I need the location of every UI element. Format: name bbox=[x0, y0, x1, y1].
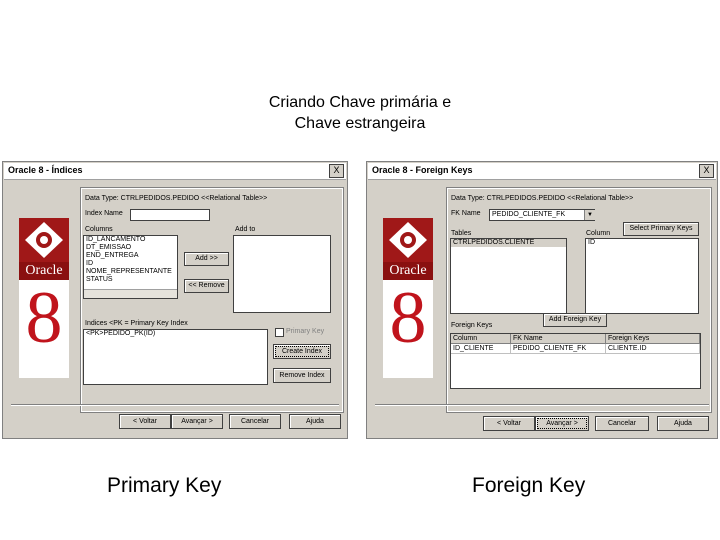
grid-header-column[interactable]: Column bbox=[451, 334, 511, 344]
column-list[interactable]: ID bbox=[585, 238, 699, 314]
remove-button[interactable]: << Remove bbox=[184, 279, 229, 293]
back-button[interactable]: < Voltar bbox=[119, 414, 171, 429]
foreign-key-caption: Foreign Key bbox=[472, 474, 586, 497]
table-cell[interactable]: CLIENTE.ID bbox=[606, 344, 700, 354]
list-item[interactable]: ID bbox=[586, 239, 698, 247]
cancel-button[interactable]: Cancelar bbox=[595, 416, 649, 431]
select-primary-keys-button[interactable]: Select Primary Keys bbox=[623, 222, 699, 236]
add-button[interactable]: Add >> bbox=[184, 252, 229, 266]
primary-key-label: Primary Key bbox=[286, 328, 325, 335]
oracle-emblem-icon bbox=[19, 218, 69, 262]
button-separator bbox=[375, 404, 709, 406]
close-icon[interactable]: X bbox=[699, 164, 714, 178]
fk-name-select[interactable]: PEDIDO_CLIENTE_FK bbox=[489, 209, 595, 221]
indices-label: Indices <PK = Primary Key Index bbox=[85, 320, 188, 327]
oracle8-logo: Oracle 8 bbox=[383, 218, 433, 378]
list-item[interactable]: NOME_REPRESENTANTE bbox=[84, 268, 177, 276]
slide-title: Criando Chave primária e Chave estrangei… bbox=[180, 92, 540, 134]
button-separator bbox=[11, 404, 339, 406]
foreign-keys-window-title: Oracle 8 - Foreign Keys bbox=[372, 165, 473, 175]
grid-header-fk-name[interactable]: FK Name bbox=[511, 334, 606, 344]
add-to-list[interactable] bbox=[233, 235, 331, 313]
oracle8-logo: Oracle 8 bbox=[19, 218, 69, 378]
table-cell[interactable]: ID_CLIENTE bbox=[451, 344, 511, 354]
columns-label: Columns bbox=[85, 226, 113, 233]
fk-name-label: FK Name bbox=[451, 210, 481, 217]
foreign-keys-window: Oracle 8 - Foreign Keys X Oracle 8 Data … bbox=[366, 161, 718, 439]
cancel-button[interactable]: Cancelar bbox=[229, 414, 281, 429]
chevron-down-icon[interactable]: ▼ bbox=[584, 210, 595, 220]
list-item[interactable]: CTRLPEDIDOS.CLIENTE bbox=[451, 239, 566, 247]
indices-window: Oracle 8 - Índices X Oracle 8 Data Type:… bbox=[2, 161, 348, 439]
table-cell[interactable]: PEDIDO_CLIENTE_FK bbox=[511, 344, 606, 354]
list-item[interactable]: ID bbox=[84, 260, 177, 268]
slide-title-line-1: Criando Chave primária e bbox=[268, 94, 452, 111]
primary-key-caption: Primary Key bbox=[107, 474, 222, 497]
close-icon[interactable]: X bbox=[329, 164, 344, 178]
index-name-input[interactable] bbox=[130, 209, 210, 221]
add-to-label: Add to bbox=[235, 226, 256, 233]
next-button[interactable]: Avançar > bbox=[171, 414, 223, 429]
columns-scrollbar[interactable] bbox=[84, 289, 177, 298]
list-item[interactable]: END_ENTREGA bbox=[84, 252, 177, 260]
list-item[interactable]: DT_EMISSAO bbox=[84, 244, 177, 252]
help-button[interactable]: Ajuda bbox=[657, 416, 709, 431]
column-label: Column bbox=[586, 230, 611, 237]
add-foreign-key-button[interactable]: Add Foreign Key bbox=[543, 313, 607, 327]
list-item[interactable]: <PK>PEDIDO_PK(ID) bbox=[84, 330, 267, 338]
tables-list[interactable]: CTRLPEDIDOS.CLIENTE bbox=[450, 238, 567, 314]
oracle-logo-version: 8 bbox=[25, 277, 63, 359]
index-name-label: Index Name bbox=[85, 210, 123, 217]
oracle-emblem-icon bbox=[383, 218, 433, 262]
create-index-button[interactable]: Create Index bbox=[273, 344, 331, 359]
back-button[interactable]: < Voltar bbox=[483, 416, 535, 431]
indices-list[interactable]: <PK>PEDIDO_PK(ID) bbox=[83, 329, 268, 385]
foreign-keys-titlebar: Oracle 8 - Foreign Keys X bbox=[368, 163, 716, 180]
foreign-keys-label: Foreign Keys bbox=[451, 322, 493, 329]
grid-header-foreign-keys[interactable]: Foreign Keys bbox=[606, 334, 700, 344]
data-type-label: Data Type: CTRLPEDIDOS.PEDIDO <<Relation… bbox=[451, 195, 634, 202]
oracle-logo-version: 8 bbox=[389, 277, 427, 359]
primary-key-checkbox[interactable] bbox=[275, 328, 284, 337]
slide-title-line-2: Chave estrangeira bbox=[294, 115, 426, 132]
indices-window-title: Oracle 8 - Índices bbox=[8, 165, 83, 175]
foreign-keys-grid[interactable]: Column FK Name Foreign Keys ID_CLIENTE P… bbox=[450, 333, 701, 389]
remove-index-button[interactable]: Remove Index bbox=[273, 368, 331, 383]
list-item[interactable]: ID_LANCAMENTO bbox=[84, 236, 177, 244]
next-button[interactable]: Avançar > bbox=[535, 416, 589, 431]
list-item[interactable]: STATUS bbox=[84, 276, 177, 284]
tables-label: Tables bbox=[451, 230, 472, 237]
columns-list[interactable]: ID_LANCAMENTO DT_EMISSAO END_ENTREGA ID … bbox=[83, 235, 178, 299]
data-type-label: Data Type: CTRLPEDIDOS.PEDIDO <<Relation… bbox=[85, 195, 268, 202]
help-button[interactable]: Ajuda bbox=[289, 414, 341, 429]
indices-titlebar: Oracle 8 - Índices X bbox=[4, 163, 346, 180]
